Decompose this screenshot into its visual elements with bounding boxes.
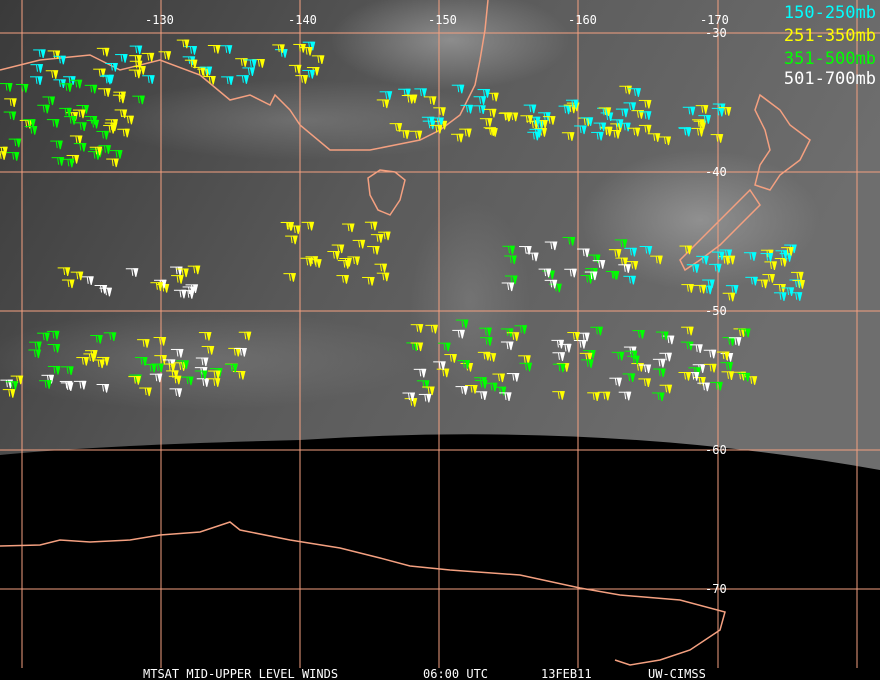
legend-150-250mb: 150-250mb	[783, 3, 876, 23]
lon-label: -130	[145, 13, 174, 27]
lat-label: -50	[705, 304, 727, 318]
legend-351-500mb: 351-500mb	[783, 49, 876, 69]
date-label: 13FEB11	[541, 667, 592, 680]
lat-label: -70	[705, 582, 727, 596]
time-label: 06:00 UTC	[423, 667, 489, 680]
lon-label: -170	[700, 13, 729, 27]
product-title: MTSAT MID-UPPER LEVEL WINDS	[143, 667, 339, 680]
legend-251-350mb: 251-350mb	[783, 26, 876, 46]
lon-label: -160	[568, 13, 597, 27]
footer-caption: MTSAT MID-UPPER LEVEL WINDS 06:00 UTC 13…	[0, 666, 880, 680]
lat-label: -40	[705, 165, 727, 179]
lat-label: -60	[705, 443, 727, 457]
lon-label: -150	[428, 13, 457, 27]
source-label: UW-CIMSS	[648, 667, 706, 680]
lat-label: -30	[705, 26, 727, 40]
antarctica-coast	[0, 521, 726, 666]
legend-501-700mb: 501-700mb	[783, 69, 876, 89]
lon-label: -140	[288, 13, 317, 27]
map-canvas	[0, 0, 880, 668]
satellite-wind-map: -130 -140 -150 -160 -170 -30 -40 -50 -60…	[0, 0, 880, 680]
